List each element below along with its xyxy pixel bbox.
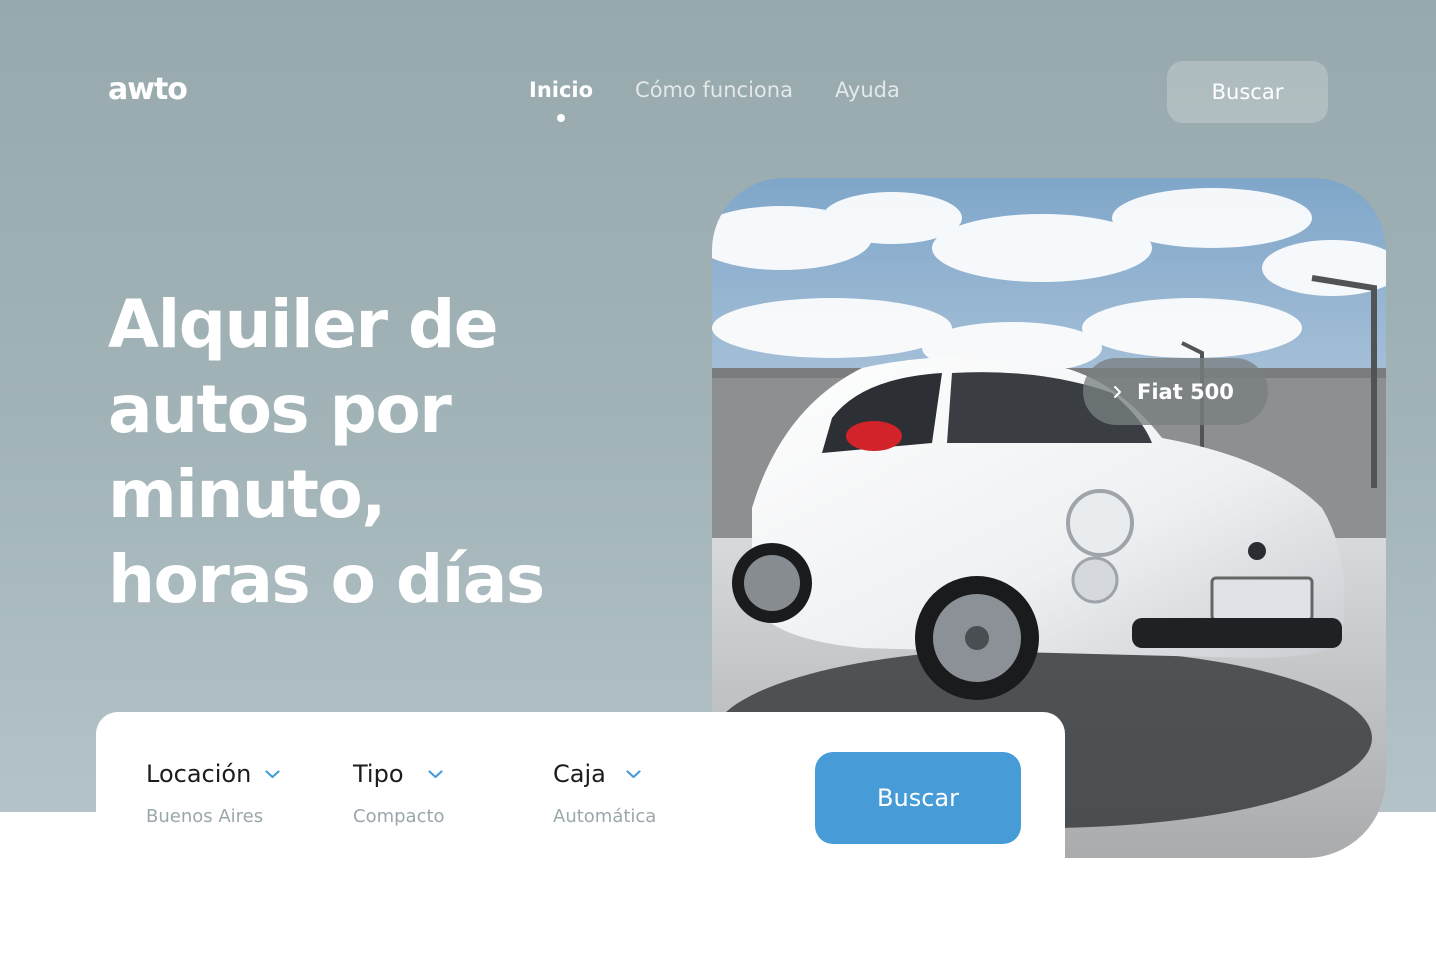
hero-title: Alquiler de autos por minuto, horas o dí… xyxy=(108,282,668,622)
main-nav: Inicio Cómo funciona Ayuda xyxy=(529,78,900,122)
type-value: Compacto xyxy=(353,806,445,827)
awto-logo[interactable]: awto xyxy=(108,72,188,107)
transmission-label: Caja xyxy=(553,760,606,788)
chevron-down-icon xyxy=(427,769,443,778)
search-button[interactable]: Buscar xyxy=(815,752,1021,844)
chevron-right-icon xyxy=(1114,385,1121,398)
hero-title-line: minuto, xyxy=(108,456,386,533)
transmission-dropdown[interactable]: Caja Automática xyxy=(553,760,656,827)
nav-item-inicio[interactable]: Inicio xyxy=(529,78,594,122)
nav-item-label: Ayuda xyxy=(834,78,900,102)
location-dropdown[interactable]: Locación Buenos Aires xyxy=(146,760,280,827)
header-search-button[interactable]: Buscar xyxy=(1167,61,1328,123)
chevron-down-icon xyxy=(626,769,641,778)
car-model-tag[interactable]: Fiat 500 xyxy=(1083,358,1268,425)
hero-title-line: horas o días xyxy=(108,541,545,618)
hero-title-line: Alquiler de xyxy=(108,286,498,363)
active-indicator-dot xyxy=(557,114,566,122)
type-dropdown[interactable]: Tipo Compacto xyxy=(353,760,445,827)
search-panel: Locación Buenos Aires Tipo Compacto Caja… xyxy=(96,712,1065,880)
nav-item-como-funciona[interactable]: Cómo funciona xyxy=(635,78,793,102)
chevron-down-icon xyxy=(265,769,280,778)
hero-title-line: autos por xyxy=(108,371,452,448)
type-label: Tipo xyxy=(353,760,404,788)
location-label: Locación xyxy=(146,760,252,788)
nav-item-label: Cómo funciona xyxy=(635,78,793,102)
transmission-value: Automática xyxy=(553,806,657,827)
car-model-label: Fiat 500 xyxy=(1137,379,1234,404)
location-value: Buenos Aires xyxy=(146,806,264,827)
nav-item-label: Inicio xyxy=(529,78,594,102)
nav-item-ayuda[interactable]: Ayuda xyxy=(835,78,900,102)
